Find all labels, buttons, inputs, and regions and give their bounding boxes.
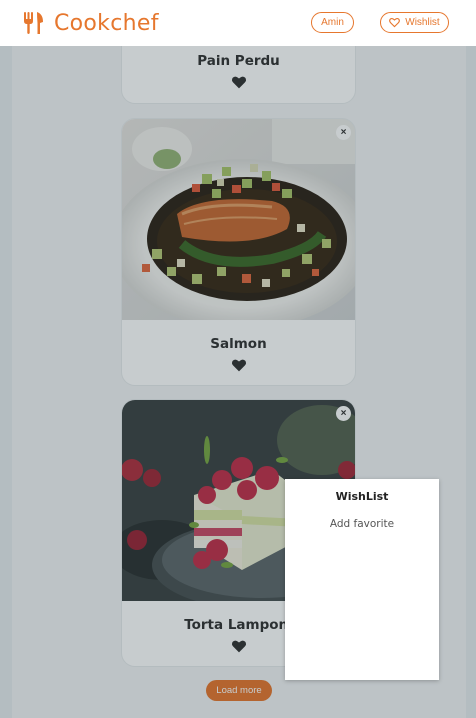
brand-name: Cookchef	[54, 10, 159, 36]
recipe-card[interactable]: × Salmon	[121, 118, 356, 386]
cutlery-icon	[24, 12, 43, 34]
remove-recipe-button[interactable]: ×	[336, 125, 351, 140]
heart-icon[interactable]	[231, 358, 247, 372]
recipe-image: ×	[122, 119, 355, 329]
heart-icon[interactable]	[231, 75, 247, 89]
salmon-dish-image	[122, 119, 355, 329]
wishlist-empty-text: Add favorite	[329, 518, 395, 530]
recipe-title: Pain Perdu	[197, 53, 280, 69]
wishlist-title: WishList	[335, 490, 389, 503]
recipe-title: Salmon	[210, 336, 267, 352]
heart-icon[interactable]	[231, 639, 247, 653]
remove-recipe-button[interactable]: ×	[336, 406, 351, 421]
heart-outline-icon	[389, 17, 401, 28]
brand-logo[interactable]: Cookchef	[22, 11, 159, 36]
top-header: Cookchef Amin Wishlist	[0, 0, 476, 46]
user-button[interactable]: Amin	[311, 12, 354, 33]
wishlist-panel: WishList Add favorite	[285, 479, 439, 680]
load-more-button[interactable]: Load more	[206, 680, 272, 701]
wishlist-button[interactable]: Wishlist	[380, 12, 449, 33]
wishlist-button-label: Wishlist	[405, 17, 440, 28]
